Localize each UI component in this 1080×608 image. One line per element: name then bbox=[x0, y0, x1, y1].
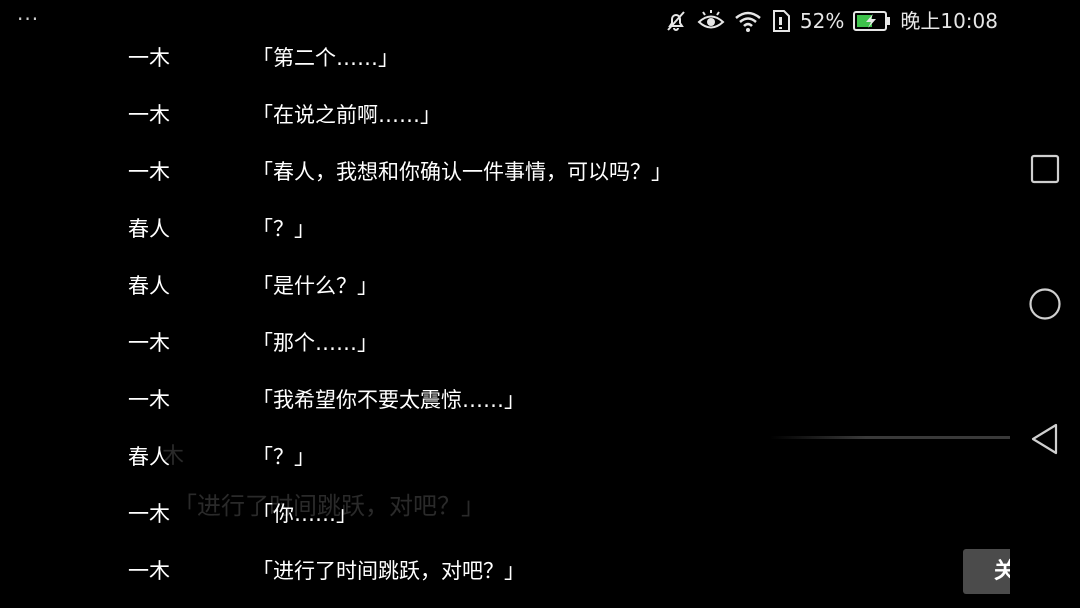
dialogue-text: 「？」 bbox=[252, 217, 315, 241]
speaker-name: 一木 bbox=[128, 502, 170, 526]
dialogue-row[interactable]: 一木 「在说之前啊……」 bbox=[0, 86, 1010, 143]
dialogue-text: 「你……」 bbox=[252, 502, 357, 526]
dialogue-row[interactable]: 一木 「你……」 bbox=[0, 485, 1010, 542]
dialogue-text: 「那个……」 bbox=[252, 331, 378, 355]
dialogue-text: 「春人，我想和你确认一件事情，可以吗？」 bbox=[252, 160, 672, 184]
speaker-name: 春人 bbox=[128, 274, 170, 298]
dialogue-text: 「我希望你不要太震惊……」 bbox=[252, 388, 525, 412]
speaker-name: 一木 bbox=[128, 160, 170, 184]
speaker-name: 一木 bbox=[128, 559, 170, 583]
dialogue-row[interactable]: 一木 「我希望你不要太震惊……」 bbox=[0, 371, 1010, 428]
dialogue-row[interactable]: 一木 「那个……」 bbox=[0, 314, 1010, 371]
speaker-name: 一木 bbox=[128, 46, 170, 70]
dialogue-row[interactable]: 一木 「第二个……」 bbox=[0, 29, 1010, 86]
home-circle-icon[interactable] bbox=[1024, 283, 1066, 325]
dialogue-row[interactable]: 春人 「？」 bbox=[0, 428, 1010, 485]
dialogue-text: 「在说之前啊……」 bbox=[252, 103, 441, 127]
dialogue-text: 「是什么？」 bbox=[252, 274, 378, 298]
navigation-bar bbox=[1010, 0, 1080, 608]
speaker-name: 春人 bbox=[128, 217, 170, 241]
back-triangle-icon[interactable] bbox=[1024, 418, 1066, 460]
speaker-name: 一木 bbox=[128, 331, 170, 355]
speaker-name: 一木 bbox=[128, 103, 170, 127]
dialogue-row[interactable]: 一木 「进行了时间跳跃，对吧？」 bbox=[0, 542, 1010, 599]
dialogue-text: 「第二个……」 bbox=[252, 46, 399, 70]
dialogue-text: 「？」 bbox=[252, 445, 315, 469]
speaker-name: 一木 bbox=[128, 388, 170, 412]
dialogue-row[interactable]: 春人 「？」 bbox=[0, 200, 1010, 257]
recents-square-icon[interactable] bbox=[1024, 148, 1066, 190]
dialogue-row[interactable]: 一木 「春人，我想和你确认一件事情，可以吗？」 bbox=[0, 143, 1010, 200]
dialogue-text: 「进行了时间跳跃，对吧？」 bbox=[252, 559, 525, 583]
close-button[interactable]: 关 bbox=[963, 549, 1010, 594]
close-button-label: 关 bbox=[994, 559, 1010, 584]
speaker-name: 春人 bbox=[128, 445, 170, 469]
dialogue-log[interactable]: 一木 「第二个……」 一木 「在说之前啊……」 一木 「春人，我想和你确认一件事… bbox=[0, 29, 1010, 599]
dialogue-row[interactable]: 春人 「是什么？」 bbox=[0, 257, 1010, 314]
